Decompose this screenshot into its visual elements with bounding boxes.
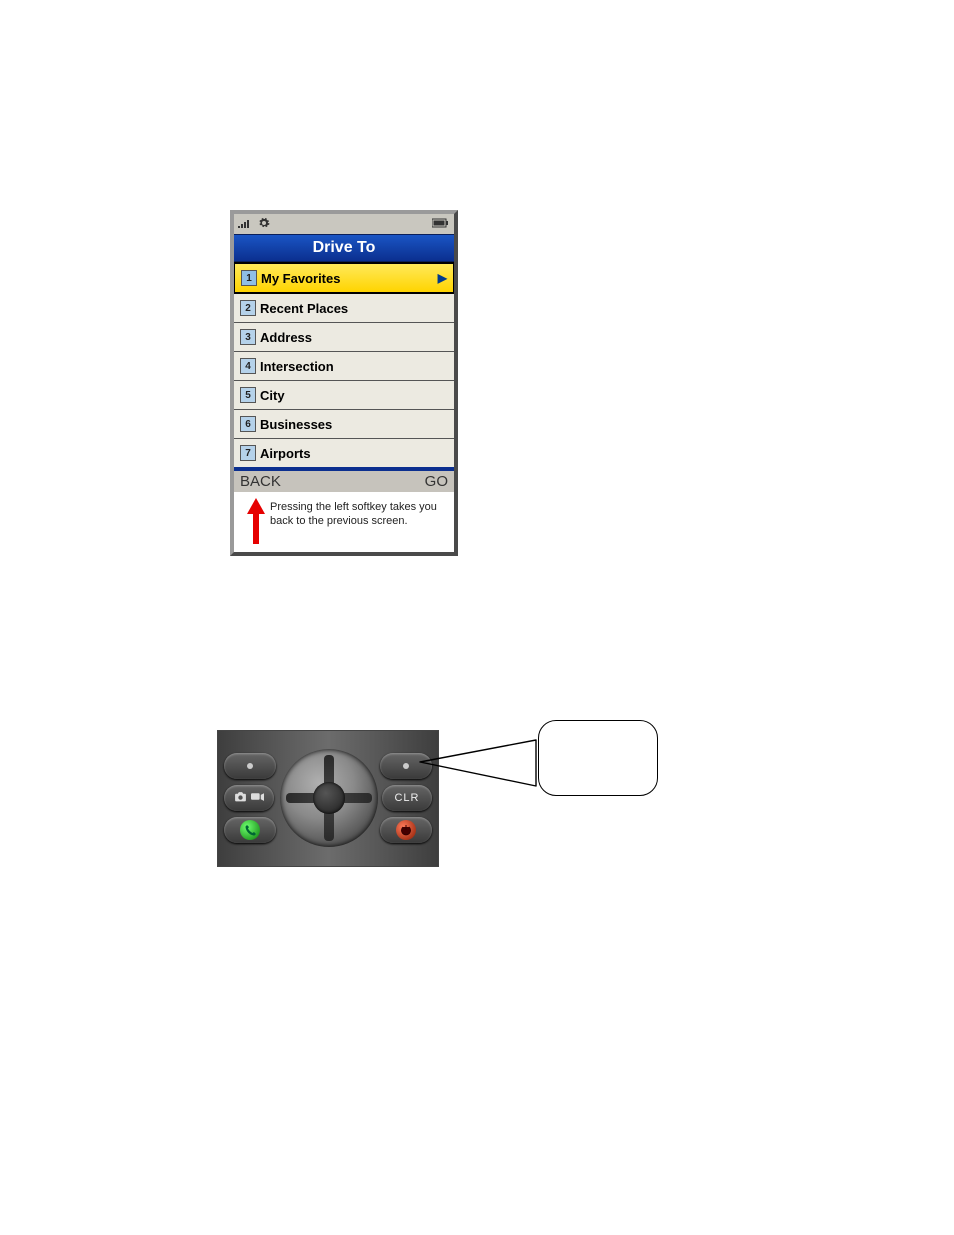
menu-label: Airports xyxy=(260,446,311,461)
screen-title: Drive To xyxy=(234,234,454,262)
camera-button[interactable] xyxy=(224,785,274,811)
menu-label: Recent Places xyxy=(260,301,348,316)
dpad-center-button[interactable] xyxy=(313,782,345,814)
menu-item-airports[interactable]: 7 Airports xyxy=(234,439,454,467)
callout-leader-line xyxy=(418,720,538,820)
menu-index: 7 xyxy=(240,445,256,461)
menu-label: Address xyxy=(260,330,312,345)
battery-icon xyxy=(432,218,450,231)
menu-label: Intersection xyxy=(260,359,334,374)
menu-item-recent-places[interactable]: 2 Recent Places xyxy=(234,294,454,323)
drive-to-menu: 1 My Favorites ▶ 2 Recent Places 3 Addre… xyxy=(234,262,454,467)
menu-index: 4 xyxy=(240,358,256,374)
clr-label: CLR xyxy=(394,792,419,804)
chevron-right-icon: ▶ xyxy=(438,271,447,285)
status-bar xyxy=(234,214,454,234)
menu-item-businesses[interactable]: 6 Businesses xyxy=(234,410,454,439)
menu-item-address[interactable]: 3 Address xyxy=(234,323,454,352)
phone-keypad-photo: CLR xyxy=(217,730,439,867)
dpad[interactable] xyxy=(280,749,378,847)
menu-label: City xyxy=(260,388,285,403)
video-camera-icon xyxy=(251,791,264,805)
menu-label: My Favorites xyxy=(261,271,340,286)
menu-label: Businesses xyxy=(260,417,332,432)
softkey-left-button[interactable] xyxy=(224,753,276,779)
phone-screen-frame: Drive To 1 My Favorites ▶ 2 Recent Place… xyxy=(230,210,458,556)
menu-index: 3 xyxy=(240,329,256,345)
up-arrow-icon xyxy=(242,498,270,544)
call-button[interactable] xyxy=(224,817,276,843)
menu-item-city[interactable]: 5 City xyxy=(234,381,454,410)
dot-icon xyxy=(247,763,253,769)
camera-icon xyxy=(234,791,247,805)
menu-index: 2 xyxy=(240,300,256,316)
menu-item-my-favorites[interactable]: 1 My Favorites ▶ xyxy=(234,262,454,294)
power-icon xyxy=(396,820,416,840)
signal-icon xyxy=(238,218,252,231)
callout xyxy=(418,720,658,840)
callout-bubble xyxy=(538,720,658,796)
dot-icon xyxy=(403,763,409,769)
gear-icon xyxy=(258,217,270,232)
menu-index: 5 xyxy=(240,387,256,403)
softkey-back[interactable]: BACK xyxy=(240,473,281,490)
menu-index: 1 xyxy=(241,270,257,286)
hint-text: Pressing the left softkey takes you back… xyxy=(270,498,446,544)
hint-area: Pressing the left softkey takes you back… xyxy=(234,492,454,552)
softkey-go[interactable]: GO xyxy=(425,473,448,490)
softkey-bar: BACK GO xyxy=(234,471,454,492)
menu-item-intersection[interactable]: 4 Intersection xyxy=(234,352,454,381)
menu-index: 6 xyxy=(240,416,256,432)
call-icon xyxy=(240,820,260,840)
